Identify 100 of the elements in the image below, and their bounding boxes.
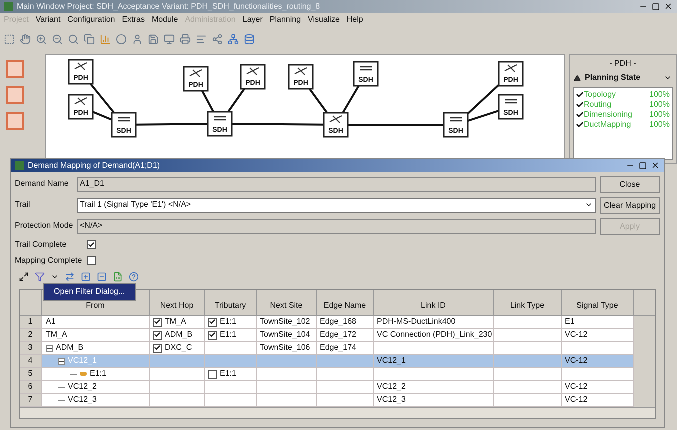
row-number: 2 — [20, 329, 42, 342]
add-icon[interactable] — [81, 272, 91, 282]
dialog-title: Demand Mapping of Demand(A1;D1) — [28, 160, 160, 172]
table-row[interactable]: 2 TM_A ADM_B E1:1 TownSite_104 Edge_172 VC Connection (PDH)_Link_230 VC-12 — [20, 329, 655, 342]
close-icon[interactable] — [664, 2, 673, 11]
bar-chart-icon[interactable] — [100, 34, 111, 44]
database-icon[interactable] — [244, 34, 255, 44]
caret-icon[interactable] — [585, 201, 593, 209]
palette-tool[interactable] — [6, 86, 24, 104]
table-row[interactable]: 4 VC12_1 VC12_1 VC-12 — [20, 355, 655, 368]
printer-icon[interactable] — [180, 34, 191, 44]
panel-title: - PDH - — [608, 58, 638, 70]
caret-icon[interactable] — [51, 273, 59, 281]
menu-item[interactable]: Layer — [242, 14, 263, 26]
table-row[interactable]: 6 VC12_2 VC12_2 VC-12 — [20, 381, 655, 394]
user-icon[interactable] — [132, 34, 143, 44]
table-cell: Edge_174 — [320, 342, 356, 354]
window-title: Main Window Project: SDH_Acceptance Variant: PDH_SDH_functionalities_routing_8 — [17, 0, 320, 12]
tributary: E1:1 — [220, 329, 236, 341]
maximize-icon[interactable] — [639, 162, 647, 170]
planning-percent: 100% — [650, 120, 670, 130]
readonly-field[interactable]: <N/A> — [77, 218, 596, 234]
planning-step: DuctMapping — [584, 120, 632, 130]
planning-step: Dimensioning — [584, 110, 632, 120]
list-icon[interactable] — [196, 34, 207, 44]
row-number: 1 — [20, 316, 42, 329]
horizontal-scrollbar[interactable] — [20, 407, 655, 418]
table-cell: VC12_1 — [377, 355, 406, 367]
tree-label: VC12_3 — [68, 394, 97, 406]
zoom-in-icon[interactable] — [36, 34, 47, 44]
tree-toggle[interactable] — [58, 358, 65, 364]
search-icon[interactable] — [68, 34, 79, 44]
row-number: 7 — [20, 394, 42, 407]
palette-tool[interactable] — [6, 112, 24, 130]
table-row[interactable]: 1 A1 TM_A E1:1 TownSite_102 Edge_168 PDH-MS-DuctLink400 E1 — [20, 316, 655, 329]
planning-dropdown[interactable]: Planning State — [570, 72, 676, 84]
table-row[interactable]: 3 ADM_B DXC_C TownSite_106 Edge_174 — [20, 342, 655, 355]
remove-icon[interactable] — [97, 272, 107, 282]
share-icon[interactable] — [212, 34, 223, 44]
field-label: Demand Name — [15, 178, 70, 190]
checkbox[interactable] — [208, 330, 217, 340]
table-row[interactable]: 5 E1:1 E1:1 — [20, 368, 655, 381]
planning-percent: 100% — [650, 90, 670, 100]
swap-icon[interactable] — [65, 272, 75, 282]
link-line — [308, 88, 328, 114]
field-label: Trail — [15, 199, 32, 211]
menu-item[interactable]: Extras — [122, 14, 145, 26]
row-number: 5 — [20, 368, 42, 381]
row-number: 4 — [20, 355, 42, 368]
monitor-icon[interactable] — [164, 34, 175, 44]
expand-icon[interactable] — [19, 272, 29, 282]
tributary: E1:1 — [220, 368, 236, 380]
link-line — [202, 90, 214, 112]
table-cell: VC12_3 — [377, 394, 406, 406]
dialog-button[interactable]: Clear Mapping — [600, 197, 660, 214]
tree-label: VC12_2 — [68, 381, 97, 393]
filter-menu[interactable]: Open Filter Dialog... — [43, 283, 136, 301]
table-cell: TownSite_104 — [260, 329, 310, 341]
dialog-button[interactable]: Close — [600, 176, 660, 193]
help-icon[interactable] — [129, 272, 139, 282]
export-icon[interactable] — [113, 272, 123, 282]
menu-item[interactable]: Variant — [36, 14, 61, 26]
table-cell: VC-12 — [565, 394, 588, 406]
menu-item[interactable]: Configuration — [68, 14, 116, 26]
save-icon[interactable] — [148, 34, 159, 44]
planning-percent: 100% — [650, 100, 670, 110]
tributary: E1:1 — [220, 316, 236, 328]
network-icon[interactable] — [228, 34, 239, 44]
checkbox[interactable] — [87, 256, 96, 265]
checkbox[interactable] — [208, 318, 217, 326]
checkbox-label: Mapping Complete — [15, 254, 84, 266]
checkbox[interactable] — [153, 344, 162, 352]
table-cell: VC-12 — [565, 329, 588, 341]
readonly-field[interactable]: A1_D1 — [77, 176, 596, 192]
table-cell: Edge_172 — [320, 329, 356, 341]
table-cell: VC12_2 — [377, 381, 406, 393]
menu-item[interactable]: Help — [346, 14, 364, 26]
table-row[interactable]: 7 VC12_3 VC12_3 VC-12 — [20, 394, 655, 407]
checkbox-label: Trail Complete — [15, 238, 68, 250]
planning-step: Routing — [584, 100, 612, 110]
palette-tool[interactable] — [6, 60, 24, 78]
trail-dropdown[interactable]: Trail 1 (Signal Type 'E1') <N/A> — [77, 198, 596, 212]
hand-icon[interactable] — [20, 34, 31, 44]
circle-icon[interactable] — [116, 34, 127, 44]
checkbox[interactable] — [153, 318, 162, 326]
caret-icon[interactable] — [664, 74, 672, 82]
menu-item[interactable]: Module — [152, 14, 178, 26]
close-icon[interactable] — [651, 161, 660, 170]
checkbox[interactable] — [87, 240, 96, 249]
maximize-icon[interactable] — [652, 2, 660, 10]
tree-toggle[interactable] — [46, 344, 53, 352]
menu-item[interactable]: Planning — [270, 14, 302, 26]
copy-icon[interactable] — [84, 34, 95, 44]
filter-icon[interactable] — [35, 272, 45, 282]
port-icon — [80, 372, 87, 376]
select-icon[interactable] — [4, 34, 15, 44]
menu-item[interactable]: Visualize — [308, 14, 340, 26]
checkbox[interactable] — [153, 330, 162, 340]
zoom-out-icon[interactable] — [52, 34, 63, 44]
checkbox[interactable] — [208, 370, 217, 378]
